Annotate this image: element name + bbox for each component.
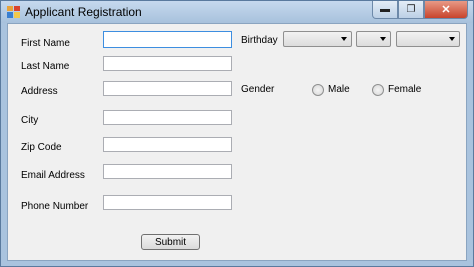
minimize-icon: ▬ xyxy=(380,4,390,15)
zip-code-label: Zip Code xyxy=(21,142,62,153)
app-icon xyxy=(7,6,20,18)
phone-input[interactable] xyxy=(103,195,232,210)
first-name-label: First Name xyxy=(21,38,70,49)
zip-code-input[interactable] xyxy=(103,137,232,152)
gender-female-radio[interactable] xyxy=(372,84,384,96)
gender-male-label[interactable]: Male xyxy=(328,84,350,95)
window-controls: ▬ ❐ ✕ xyxy=(372,1,468,19)
gender-male-radio[interactable] xyxy=(312,84,324,96)
window-title: Applicant Registration xyxy=(25,5,142,19)
email-label: Email Address xyxy=(21,170,85,181)
city-label: City xyxy=(21,115,39,126)
birthday-label: Birthday xyxy=(241,35,278,46)
first-name-input[interactable] xyxy=(103,31,232,48)
birthday-month-select[interactable] xyxy=(283,31,352,47)
submit-button[interactable]: Submit xyxy=(141,234,200,250)
email-input[interactable] xyxy=(103,164,232,179)
gender-label: Gender xyxy=(241,84,275,95)
last-name-input[interactable] xyxy=(103,56,232,71)
form-area: First Name Last Name Address City Zip Co… xyxy=(7,23,467,261)
address-label: Address xyxy=(21,86,58,97)
chevron-down-icon xyxy=(380,37,386,41)
maximize-button[interactable]: ❐ xyxy=(398,1,424,19)
close-icon: ✕ xyxy=(441,4,451,16)
gender-female-label[interactable]: Female xyxy=(388,84,421,95)
last-name-label: Last Name xyxy=(21,61,70,72)
chevron-down-icon xyxy=(341,37,347,41)
birthday-day-select[interactable] xyxy=(356,31,391,47)
phone-label: Phone Number xyxy=(21,201,89,212)
address-input[interactable] xyxy=(103,81,232,96)
title-bar[interactable]: Applicant Registration ▬ ❐ ✕ xyxy=(1,1,473,23)
close-button[interactable]: ✕ xyxy=(424,1,468,19)
app-window: Applicant Registration ▬ ❐ ✕ First Name … xyxy=(0,0,474,267)
maximize-icon: ❐ xyxy=(406,4,416,15)
birthday-year-select[interactable] xyxy=(396,31,460,47)
city-input[interactable] xyxy=(103,110,232,125)
minimize-button[interactable]: ▬ xyxy=(372,1,398,19)
chevron-down-icon xyxy=(449,37,455,41)
